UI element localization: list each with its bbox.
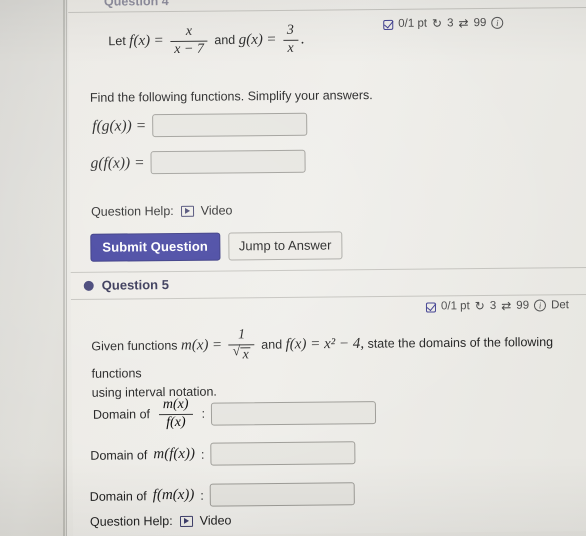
answer-label-fg: f(g(x)) = bbox=[92, 116, 147, 135]
question5-video-link[interactable]: Video bbox=[200, 513, 232, 527]
m-denominator: x bbox=[229, 346, 255, 363]
question5-attempts: 3 bbox=[489, 299, 497, 312]
question5-points: 0/1 pt bbox=[440, 300, 470, 313]
question5-m-label: m(x) bbox=[180, 337, 209, 354]
answer-row-fg: f(g(x)) = bbox=[92, 112, 308, 138]
domain-input-m-over-f[interactable] bbox=[210, 400, 377, 426]
domain-row-m-over-f: Domain of m(x) f(x) : bbox=[92, 396, 377, 431]
question4-prompt: Let f(x) = x x − 7 and g(x) = 3 x . bbox=[108, 22, 508, 58]
domain-colon-1: : bbox=[201, 406, 206, 422]
domain-row-f-of-m: Domain of f(m(x)) : bbox=[90, 482, 355, 508]
left-gutter bbox=[0, 0, 67, 536]
question4-conjunction: and bbox=[214, 32, 236, 48]
f-denominator: x − 7 bbox=[174, 41, 205, 57]
question4-video-link[interactable]: Video bbox=[201, 203, 233, 217]
m-radicand: x bbox=[240, 347, 251, 363]
video-icon[interactable] bbox=[179, 515, 193, 527]
domain-colon-3: : bbox=[200, 488, 204, 503]
question5-details-link[interactable]: Det bbox=[551, 299, 569, 311]
refresh-icon[interactable]: ↻ bbox=[475, 299, 485, 313]
assignment-page: Question 4 0/1 pt ↻ 3 ⇄ 99 i Let f(x) = … bbox=[68, 0, 586, 536]
question4-button-row: Submit Question Jump to Answer bbox=[90, 231, 343, 262]
previous-question-title: Question 4 bbox=[103, 0, 169, 9]
info-icon[interactable]: i bbox=[534, 299, 547, 312]
question5-prompt-prefix: Given functions bbox=[91, 338, 178, 354]
question4-prompt-suffix: . bbox=[300, 31, 305, 48]
domain-row-m-of-f: Domain of m(f(x)) : bbox=[90, 441, 356, 467]
video-icon[interactable] bbox=[180, 205, 194, 217]
question5-conjunction: and bbox=[261, 337, 283, 352]
domain-input-f-of-m[interactable] bbox=[209, 482, 355, 507]
g-numerator: 3 bbox=[286, 22, 294, 38]
question5-status-badge: 0/1 pt ↻ 3 ⇄ 99 i Det bbox=[425, 298, 569, 313]
question5-help-label: Question Help: bbox=[89, 514, 173, 529]
gutter-edge-divider bbox=[63, 0, 65, 536]
m-over-f-fraction: m(x) f(x) bbox=[158, 396, 193, 431]
domain-expr-f-of-m: f(m(x)) bbox=[152, 486, 195, 504]
m-over-f-denominator: f(x) bbox=[166, 414, 186, 430]
answer-input-fg[interactable] bbox=[152, 112, 308, 138]
question4-f-label: f(x) bbox=[129, 32, 151, 49]
domain-label-1: Domain of bbox=[92, 407, 151, 423]
question5-versions: 99 bbox=[516, 299, 530, 312]
question4-help-row: Question Help: Video bbox=[91, 203, 233, 218]
answer-input-gf[interactable] bbox=[150, 149, 306, 175]
m-over-f-numerator: m(x) bbox=[162, 396, 189, 413]
domain-label-3: Domain of bbox=[89, 488, 147, 504]
domain-input-m-of-f[interactable] bbox=[210, 441, 356, 466]
question5-prompt: Given functions m(x) = 1 x and f(x) = x²… bbox=[91, 325, 586, 403]
question-status-dot-icon bbox=[83, 280, 94, 291]
question4-g-label: g(x) bbox=[238, 31, 263, 48]
answer-label-gf: g(f(x)) = bbox=[90, 153, 145, 172]
question4-prompt-prefix: Let bbox=[108, 34, 126, 49]
shuffle-icon[interactable]: ⇄ bbox=[501, 299, 511, 313]
domain-expr-m-of-f: m(f(x)) bbox=[153, 445, 196, 463]
question5-f-expression: f(x) = x² − 4, bbox=[285, 335, 365, 353]
m-fraction: 1 x bbox=[228, 327, 255, 363]
square-root-icon: x bbox=[233, 346, 251, 363]
equals-sign-2: = bbox=[266, 31, 277, 48]
submit-question-button[interactable]: Submit Question bbox=[90, 232, 221, 262]
question5-help-row: Question Help: Video bbox=[90, 513, 232, 528]
jump-to-answer-button[interactable]: Jump to Answer bbox=[227, 231, 343, 261]
f-fraction: x x − 7 bbox=[170, 23, 208, 58]
g-fraction: 3 x bbox=[282, 22, 298, 57]
domain-label-2: Domain of bbox=[90, 447, 148, 463]
equals-sign-1: = bbox=[153, 32, 164, 49]
photo-backdrop: Question 4 0/1 pt ↻ 3 ⇄ 99 i Let f(x) = … bbox=[0, 0, 586, 536]
question5-title: Question 5 bbox=[101, 277, 169, 293]
m-numerator: 1 bbox=[237, 327, 246, 343]
f-numerator: x bbox=[185, 23, 193, 39]
g-denominator: x bbox=[287, 40, 294, 56]
question4-instruction: Find the following functions. Simplify y… bbox=[89, 88, 373, 105]
domain-colon-2: : bbox=[200, 447, 205, 462]
question4-help-label: Question Help: bbox=[90, 203, 174, 219]
equals-sign-3: = bbox=[211, 337, 223, 354]
answer-row-gf: g(f(x)) = bbox=[90, 149, 306, 175]
question5-header: Question 5 bbox=[70, 267, 586, 300]
checkbox-icon bbox=[425, 302, 437, 313]
